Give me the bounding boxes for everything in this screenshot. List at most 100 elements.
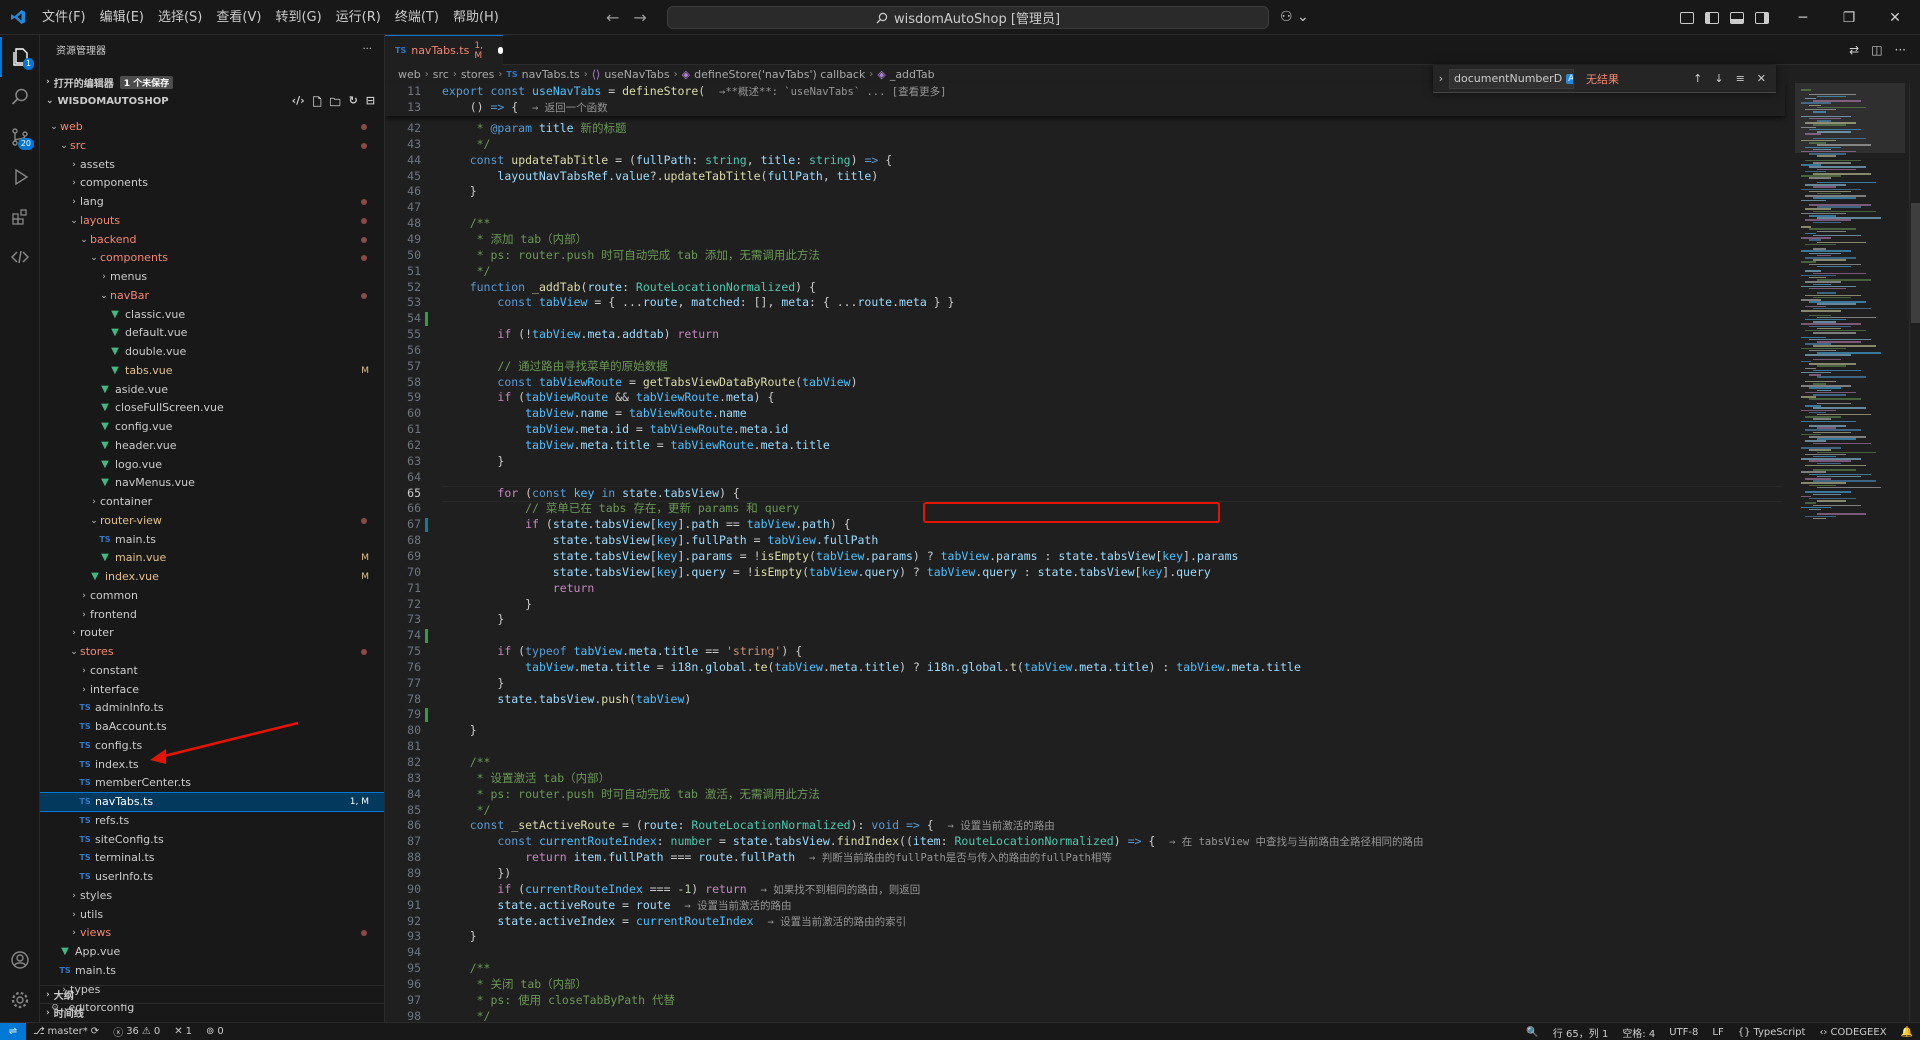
chevron-right-icon[interactable]: ›	[68, 924, 80, 942]
minimize-icon[interactable]: ─	[1780, 10, 1826, 26]
toggle-secondary-sidebar-icon[interactable]	[1755, 11, 1769, 24]
chevron-right-icon[interactable]: ›	[68, 887, 80, 905]
chevron-down-icon[interactable]: ⌄	[78, 231, 90, 249]
chevron-right-icon[interactable]: ›	[68, 174, 80, 192]
tree-item[interactable]: TS adminInfo.ts	[40, 699, 384, 717]
chevron-down-icon[interactable]: ⌄	[98, 287, 110, 305]
chevron-down-icon[interactable]: ⌄	[68, 643, 80, 661]
new-file-icon[interactable]: 🗋	[313, 94, 322, 113]
breadcrumb-item[interactable]: useNavTabs	[604, 68, 669, 81]
tree-item[interactable]: › common	[40, 587, 384, 605]
broadcast-item[interactable]: ⊚ 0	[199, 1026, 231, 1037]
notifications-bell-icon[interactable]: 🔔	[1894, 1027, 1920, 1038]
tree-item[interactable]: ▼ App.vue	[40, 943, 384, 961]
new-folder-icon[interactable]: 🗀	[330, 94, 341, 113]
chevron-down-icon[interactable]: ⌄	[88, 512, 100, 530]
tree-item[interactable]: TS baAccount.ts	[40, 718, 384, 736]
chevron-right-icon[interactable]: ›	[68, 624, 80, 642]
tree-item[interactable]: › views	[40, 924, 384, 942]
chevron-right-icon[interactable]: ›	[78, 587, 90, 605]
find-in-selection-icon[interactable]: ≡	[1736, 72, 1745, 85]
tree-item[interactable]: › frontend	[40, 606, 384, 624]
chevron-right-icon[interactable]: ›	[78, 606, 90, 624]
extensions-icon[interactable]	[0, 197, 40, 237]
forward-arrow-icon[interactable]: →	[633, 8, 646, 27]
tree-item[interactable]: › components	[40, 174, 384, 192]
menu-item-1[interactable]: 编辑(E)	[93, 0, 151, 35]
tree-item[interactable]: ▼ navMenus.vue	[40, 474, 384, 492]
tree-item[interactable]: ▼ main.vue M	[40, 549, 384, 567]
chevron-down-icon[interactable]: ⌄	[88, 249, 100, 267]
chevron-right-icon[interactable]: ›	[68, 906, 80, 924]
code-editor[interactable]: 11 export const useNavTabs = defineStore(…	[385, 83, 1785, 1022]
previous-match-icon[interactable]: ↑	[1693, 72, 1702, 85]
manage-gear-icon[interactable]	[0, 980, 40, 1020]
toggle-replace-icon[interactable]: ›	[1433, 72, 1449, 85]
chevron-right-icon[interactable]: ›	[68, 156, 80, 174]
refresh-icon[interactable]: ↻	[349, 94, 358, 113]
end-of-line[interactable]: LF	[1705, 1027, 1730, 1038]
gutter-modified-marker[interactable]	[425, 518, 428, 533]
copilot-icon[interactable]: ⚇ ⌄	[1280, 9, 1309, 25]
more-actions-icon[interactable]: ···	[362, 44, 372, 55]
collapse-all-icon[interactable]: ⊟	[366, 94, 375, 113]
breadcrumb-item[interactable]: _addTab	[890, 68, 935, 81]
tree-item[interactable]: › menus	[40, 268, 384, 286]
problems-item[interactable]: ⓧ 36 ⚠ 0	[106, 1024, 167, 1039]
tree-item[interactable]: › assets	[40, 156, 384, 174]
breadcrumb-item[interactable]: navTabs.ts	[522, 68, 580, 81]
menu-item-5[interactable]: 运行(R)	[329, 0, 388, 35]
customize-layout-icon[interactable]	[1680, 11, 1694, 24]
language-mode[interactable]: {} TypeScript	[1731, 1027, 1813, 1038]
tree-item[interactable]: ⌄ web	[40, 118, 384, 136]
tree-item[interactable]: ▼ header.vue	[40, 437, 384, 455]
menu-item-3[interactable]: 查看(V)	[209, 0, 268, 35]
tree-item[interactable]: ⌄ components	[40, 249, 384, 267]
remote-explorer-icon[interactable]	[0, 237, 40, 277]
tree-item[interactable]: › router	[40, 624, 384, 642]
sync-icon[interactable]: ⟳	[91, 1026, 99, 1037]
indentation[interactable]: 空格: 4	[1615, 1025, 1662, 1040]
chevron-down-icon[interactable]: ⌄	[58, 137, 70, 155]
zoom-icon[interactable]: 🔍	[1519, 1027, 1545, 1038]
scrollbar-thumb[interactable]	[1911, 203, 1920, 323]
more-actions-icon[interactable]: ···	[1895, 43, 1906, 57]
tree-item[interactable]: ▼ double.vue	[40, 343, 384, 361]
vertical-scrollbar[interactable]	[1909, 83, 1920, 1022]
encoding[interactable]: UTF-8	[1662, 1027, 1705, 1038]
tree-item[interactable]: › constant	[40, 662, 384, 680]
search-view-icon[interactable]	[0, 77, 40, 117]
branch-item[interactable]: ⎇ master* ⟳	[26, 1026, 106, 1037]
close-window-icon[interactable]: ✕	[1872, 10, 1918, 26]
tree-item[interactable]: ▼ tabs.vue M	[40, 362, 384, 380]
tree-item[interactable]: › styles	[40, 887, 384, 905]
tree-item[interactable]: ▼ index.vue M	[40, 568, 384, 586]
tree-item[interactable]: ⌄ layouts	[40, 212, 384, 230]
breadcrumb-item[interactable]: stores	[461, 68, 495, 81]
menu-item-2[interactable]: 选择(S)	[151, 0, 209, 35]
tree-item[interactable]: TS memberCenter.ts	[40, 774, 384, 792]
breadcrumb-item[interactable]: src	[433, 68, 449, 81]
restore-icon[interactable]: ❐	[1826, 10, 1872, 26]
tree-item[interactable]: ⌄ backend	[40, 231, 384, 249]
tree-item[interactable]: ⌄ stores	[40, 643, 384, 661]
remote-indicator-icon[interactable]: ⇌	[0, 1022, 26, 1040]
minimap[interactable]	[1795, 83, 1905, 1022]
tree-item[interactable]: ⌄ router-view	[40, 512, 384, 530]
menu-item-4[interactable]: 转到(G)	[268, 0, 328, 35]
tree-item[interactable]: › utils	[40, 906, 384, 924]
find-input[interactable]: documentNumberD Aa ab .*	[1449, 68, 1574, 89]
tree-item[interactable]: ⌄ navBar	[40, 287, 384, 305]
close-icon[interactable]: ✕	[1757, 72, 1766, 85]
tree-item[interactable]: ▼ default.vue	[40, 324, 384, 342]
tree-item[interactable]: ▼ logo.vue	[40, 456, 384, 474]
workspace-section[interactable]: ⌄ WISDOMAUTOSHOP ‹/› 🗋 🗀 ↻ ⊟	[40, 92, 384, 113]
open-editors-section[interactable]: › 打开的编辑器 1 个未保存	[40, 73, 384, 91]
run-debug-icon[interactable]	[0, 157, 40, 197]
chevron-right-icon[interactable]: ›	[78, 681, 90, 699]
gutter-added-marker[interactable]	[425, 629, 428, 644]
tree-item[interactable]: TS navTabs.ts 1, M	[40, 792, 384, 812]
gutter-added-marker[interactable]	[425, 312, 428, 327]
chevron-right-icon[interactable]: ›	[78, 662, 90, 680]
tree-item[interactable]: TS config.ts	[40, 737, 384, 755]
